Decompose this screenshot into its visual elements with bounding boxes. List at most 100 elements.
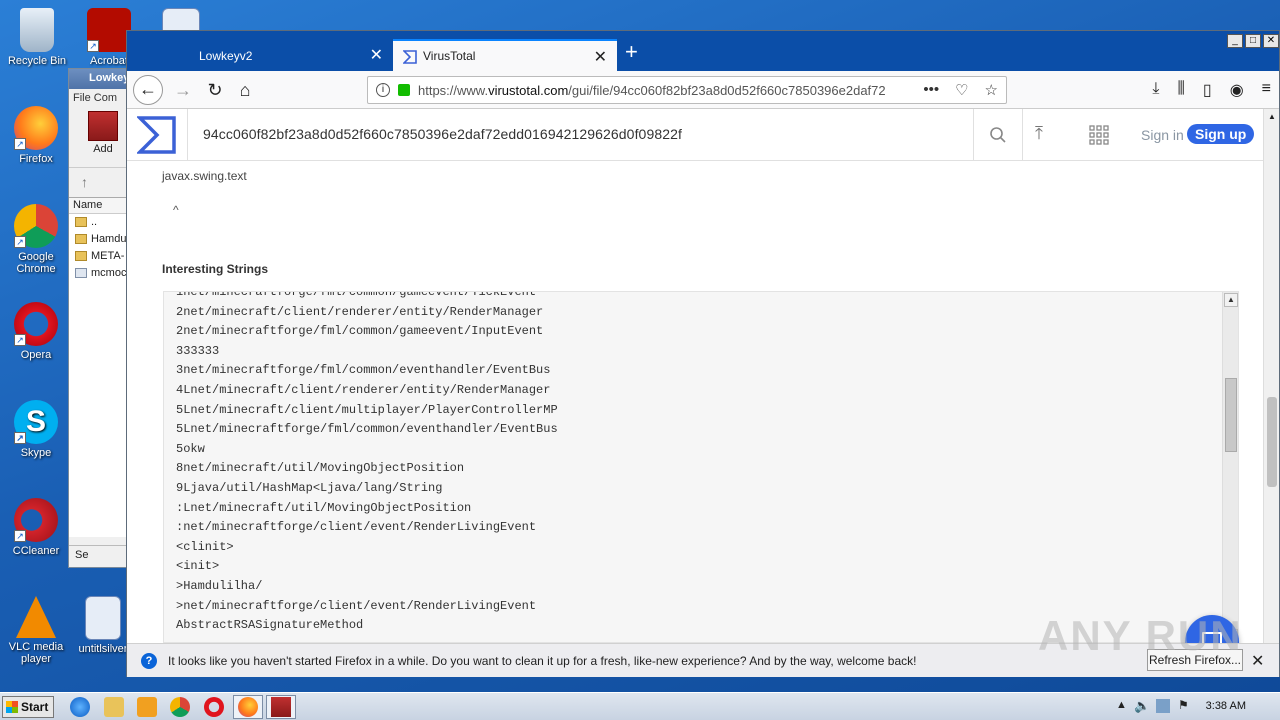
scroll-thumb[interactable] [1267, 397, 1277, 487]
add-label: Add [93, 143, 113, 155]
upload-icon[interactable]: ⤒ [1035, 123, 1043, 144]
shortcut-arrow-icon: ↗ [14, 530, 26, 542]
lock-icon [398, 84, 410, 96]
volume-icon[interactable]: 🔈 [1134, 698, 1150, 714]
firefox-window[interactable]: Lowkeyv2 ✕ VirusTotal ✕ + _ □ ✕ ← → ↻ ⌂ [126, 30, 1280, 677]
string-item: 5Lnet/minecraft/client/multiplayer/Playe… [176, 402, 558, 417]
clock[interactable]: 3:38 AM [1206, 700, 1246, 712]
firefox-icon: ↗ [14, 106, 58, 150]
network-icon[interactable] [1156, 699, 1170, 713]
back-button[interactable]: ← [133, 75, 163, 105]
desktop-icon-vlc[interactable]: VLC media player [1, 596, 71, 665]
sign-up-button[interactable]: Sign up [1187, 124, 1255, 144]
reload-button[interactable]: ↻ [201, 77, 229, 105]
string-item: AbstractRSASignatureMethod [176, 618, 364, 633]
virustotal-favicon-icon [403, 50, 417, 64]
word-document-icon [85, 596, 121, 640]
system-tray: ▲ 🔈 ⚑ 3:38 AM [1110, 693, 1280, 720]
scroll-thumb[interactable] [1225, 378, 1237, 452]
menu-hamburger-icon[interactable]: ≡ [1262, 80, 1271, 100]
chrome-taskbar-icon[interactable] [170, 697, 190, 717]
address-bar[interactable]: i https://www.virustotal.com/gui/file/94… [367, 76, 1007, 104]
firefox-taskbar-icon [238, 697, 258, 717]
home-button[interactable]: ⌂ [231, 77, 259, 105]
close-window-icon[interactable]: ✕ [1263, 34, 1279, 48]
bookmark-star-icon[interactable]: ☆ [985, 81, 998, 99]
pocket-icon[interactable]: ♡ [955, 81, 968, 99]
scroll-up-icon[interactable]: ▲ [1224, 293, 1238, 307]
page-scrollbar[interactable]: ▲ [1263, 109, 1279, 643]
tray-expand-icon[interactable]: ▲ [1116, 699, 1127, 711]
desktop-icon-ccleaner[interactable]: ↗ CCleaner [1, 498, 71, 557]
search-input[interactable]: 94cc060f82bf23a8d0d52f660c7850396e2daf72… [203, 126, 682, 142]
string-item: 2net/minecraft/client/renderer/entity/Re… [176, 304, 544, 319]
minimize-icon[interactable]: _ [1227, 34, 1243, 48]
string-item: 1net/minecraftforge/fml/common/gameevent… [176, 291, 537, 299]
file-explorer-icon[interactable] [104, 697, 124, 717]
desktop-icon-label: untitlsilver [78, 643, 128, 655]
shortcut-arrow-icon: ↗ [87, 40, 99, 52]
apps-grid-icon[interactable] [1089, 125, 1109, 145]
opera-icon: ↗ [14, 302, 58, 346]
acrobat-icon: ↗ [87, 8, 131, 52]
action-center-flag-icon[interactable]: ⚑ [1178, 698, 1189, 712]
tab-label: Lowkeyv2 [199, 49, 253, 63]
toolbar-right: ⤓ ⫼ ▯ ◉ ≡ [1152, 80, 1271, 100]
archive-add-icon [88, 111, 118, 141]
start-button[interactable]: Start [2, 696, 54, 718]
desktop-icon-label: Firefox [19, 153, 53, 165]
maximize-icon[interactable]: □ [1245, 34, 1261, 48]
tab-label: VirusTotal [423, 49, 476, 63]
scroll-up-icon[interactable]: ▲ [1266, 111, 1278, 123]
windows-logo-icon [6, 701, 18, 713]
more-actions-icon[interactable]: ••• [923, 81, 939, 99]
desktop-icon-chrome[interactable]: ↗ Google Chrome [1, 204, 71, 275]
strings-scrollbar[interactable]: ▲ ▼ [1222, 292, 1238, 642]
library-icon[interactable]: ⫼ [1178, 80, 1185, 100]
opera-taskbar-icon[interactable] [204, 697, 224, 717]
folder-icon [75, 234, 87, 244]
account-icon[interactable]: ◉ [1230, 80, 1244, 100]
file-icon [75, 268, 87, 278]
list-item-label: Hamdu [91, 233, 127, 245]
close-tab-icon[interactable]: ✕ [594, 47, 607, 67]
collapse-chevron-icon[interactable]: ^ [173, 203, 179, 217]
string-item: 8net/minecraft/util/MovingObjectPosition [176, 461, 465, 476]
tab-lowkeyv2[interactable]: Lowkeyv2 ✕ [127, 39, 393, 71]
desktop-icon-skype[interactable]: S ↗ Skype [1, 400, 71, 459]
internet-explorer-icon[interactable] [70, 697, 90, 717]
sidebar-icon[interactable]: ▯ [1203, 80, 1212, 100]
strings-list-box[interactable]: 1net/minecraftforge/fml/common/gameevent… [163, 291, 1239, 643]
package-item: javax.swing.text [162, 169, 247, 183]
media-player-icon[interactable] [137, 697, 157, 717]
notification-message: It looks like you haven't started Firefo… [168, 654, 917, 668]
string-item: <init> [176, 559, 220, 574]
recycle-bin-icon [20, 8, 54, 52]
string-item: :net/minecraftforge/client/event/RenderL… [176, 520, 537, 535]
sign-in-link[interactable]: Sign in [1141, 127, 1184, 143]
desktop-icon-firefox[interactable]: ↗ Firefox [1, 106, 71, 165]
url-prefix: https://www. [418, 83, 489, 98]
close-notification-icon[interactable]: ✕ [1251, 651, 1264, 671]
info-icon[interactable]: i [376, 83, 390, 97]
tab-virustotal[interactable]: VirusTotal ✕ [393, 39, 617, 71]
desktop-icon-opera[interactable]: ↗ Opera [1, 302, 71, 361]
close-tab-icon[interactable]: ✕ [370, 45, 383, 65]
ccleaner-icon: ↗ [14, 498, 58, 542]
search-button[interactable] [973, 109, 1023, 161]
navigation-toolbar: ← → ↻ ⌂ i https://www.virustotal.com/gui… [127, 71, 1279, 109]
virustotal-logo-icon[interactable] [137, 115, 177, 155]
tab-strip: Lowkeyv2 ✕ VirusTotal ✕ + _ □ ✕ [127, 31, 1279, 71]
url-path: /gui/file/94cc060f82bf23a8d0d52f660c7850… [568, 83, 886, 98]
forward-button[interactable]: → [169, 77, 197, 105]
string-item: 4Lnet/minecraft/client/renderer/entity/R… [176, 382, 551, 397]
string-item: 333333 [176, 343, 220, 358]
chrome-icon: ↗ [14, 204, 58, 248]
url-text: https://www.virustotal.com/gui/file/94cc… [418, 83, 894, 98]
firefox-taskbar-button[interactable] [233, 695, 263, 719]
new-tab-button[interactable]: + [625, 39, 638, 65]
downloads-icon[interactable]: ⤓ [1152, 80, 1159, 100]
desktop-icon-recycle-bin[interactable]: Recycle Bin [2, 8, 72, 67]
winrar-taskbar-button[interactable] [266, 695, 296, 719]
header-divider [187, 109, 188, 161]
